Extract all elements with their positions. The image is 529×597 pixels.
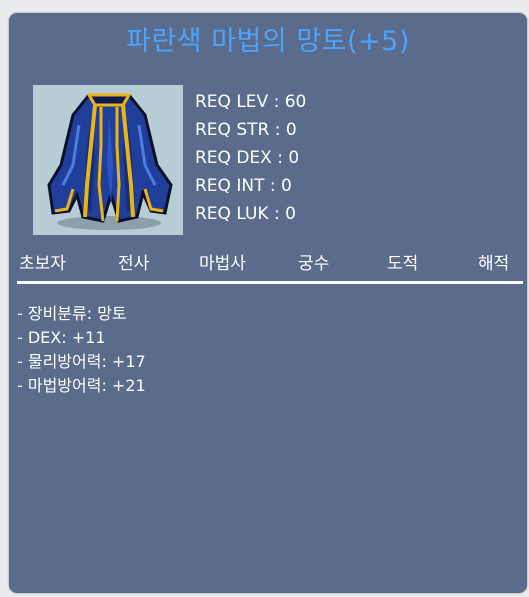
job-beginner: 초보자 (19, 254, 66, 274)
job-warrior: 전사 (118, 254, 150, 274)
req-dex: REQ DEX : 0 (195, 148, 300, 168)
stat-dex: - DEX: +11 (17, 328, 106, 347)
requirements-list: REQ LEV : 60 REQ STR : 0 REQ DEX : 0 REQ… (195, 88, 306, 228)
stat-magic-defense: - 마법방어력: +21 (17, 376, 146, 395)
req-luk: REQ LUK : 0 (195, 204, 296, 224)
req-str: REQ STR : 0 (195, 120, 297, 140)
blue-magic-cape-icon (47, 93, 173, 230)
stat-equip-category: - 장비분류: 망토 (17, 304, 127, 323)
req-level: REQ LEV : 60 (195, 92, 307, 112)
job-pirate: 해적 (478, 254, 510, 274)
job-magician: 마법사 (199, 254, 246, 274)
job-list: 초보자 전사 마법사 궁수 도적 해적 (9, 249, 527, 275)
item-name: 파란색 마법의 망토(+5) (126, 26, 410, 57)
job-thief: 도적 (387, 254, 419, 274)
item-image (33, 85, 183, 235)
req-int: REQ INT : 0 (195, 176, 292, 196)
stat-physical-defense: - 물리방어력: +17 (17, 352, 146, 371)
divider (17, 281, 523, 284)
item-tooltip-panel: 파란색 마법의 망토(+5) REQ LEV : 60 REQ STR: 0 … (9, 13, 527, 593)
stats-list: - 장비분류: 망토 - DEX: +11 - 물리방어력: +17 - 마법방… (17, 302, 146, 398)
job-bowman: 궁수 (298, 254, 330, 274)
